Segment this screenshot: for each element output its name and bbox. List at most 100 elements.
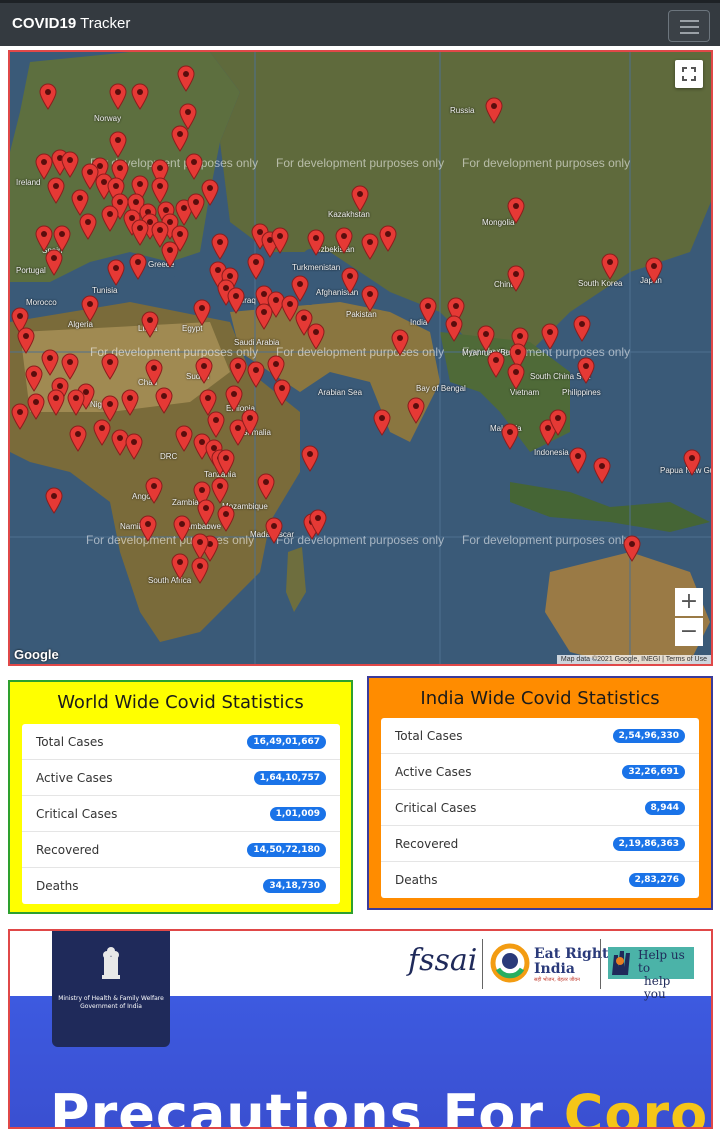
map-pin-icon[interactable] [80, 294, 100, 322]
map-pin-icon[interactable] [576, 356, 596, 384]
map-pin-icon[interactable] [26, 392, 46, 420]
map-pin-icon[interactable] [246, 252, 266, 280]
map-pin-icon[interactable] [340, 266, 360, 294]
map-pin-icon[interactable] [66, 388, 86, 416]
map-pin-icon[interactable] [60, 150, 80, 178]
map-pin-icon[interactable] [306, 322, 326, 350]
map-pin-icon[interactable] [600, 252, 620, 280]
map-pin-icon[interactable] [108, 82, 128, 110]
map-pin-icon[interactable] [308, 508, 328, 536]
map-pin-icon[interactable] [124, 432, 144, 460]
map-pin-icon[interactable] [138, 514, 158, 542]
map-pin-icon[interactable] [290, 274, 310, 302]
map-pin-icon[interactable] [418, 296, 438, 324]
map-pin-icon[interactable] [272, 378, 292, 406]
zoom-in-button[interactable]: + [675, 588, 703, 616]
map-pin-icon[interactable] [154, 386, 174, 414]
map-pin-icon[interactable] [476, 324, 496, 352]
map-pin-icon[interactable] [644, 256, 664, 284]
map-pin-icon[interactable] [120, 388, 140, 416]
map-pin-icon[interactable] [92, 418, 112, 446]
map-pin-icon[interactable] [194, 356, 214, 384]
map-pin-icon[interactable] [372, 408, 392, 436]
map-pin-icon[interactable] [486, 350, 506, 378]
map-pin-icon[interactable] [44, 248, 64, 276]
zoom-out-button[interactable]: − [675, 618, 703, 646]
map-pin-icon[interactable] [216, 504, 236, 532]
map-pin-icon[interactable] [506, 196, 526, 224]
map-pin-icon[interactable] [390, 328, 410, 356]
stat-row-total-cases: Total Cases 2,54,96,330 [381, 718, 699, 754]
map-pin-icon[interactable] [100, 352, 120, 380]
map-pin-icon[interactable] [16, 326, 36, 354]
map-pin-icon[interactable] [130, 82, 150, 110]
map-pin-icon[interactable] [128, 252, 148, 280]
map-pin-icon[interactable] [572, 314, 592, 342]
map-pin-icon[interactable] [254, 302, 274, 330]
map-pin-icon[interactable] [216, 448, 236, 476]
map-pin-icon[interactable] [444, 314, 464, 342]
map-pin-icon[interactable] [210, 232, 230, 260]
map-pin-icon[interactable] [44, 486, 64, 514]
map-pin-icon[interactable] [196, 498, 216, 526]
map-pin-icon[interactable] [108, 130, 128, 158]
map-pin-icon[interactable] [172, 514, 192, 542]
map-pin-icon[interactable] [300, 444, 320, 472]
map-pin-icon[interactable] [256, 472, 276, 500]
stat-label: Active Cases [36, 771, 113, 785]
headline-part1: Precautions For [50, 1083, 544, 1129]
map-pin-icon[interactable] [174, 424, 194, 452]
map-pin-icon[interactable] [100, 204, 120, 232]
map-pin-icon[interactable] [548, 408, 568, 436]
fullscreen-button[interactable] [675, 60, 703, 88]
map-pin-icon[interactable] [506, 264, 526, 292]
map-pin-icon[interactable] [160, 240, 180, 268]
map-pin-icon[interactable] [170, 552, 190, 580]
map-pin-icon[interactable] [406, 396, 426, 424]
map-pin-icon[interactable] [334, 226, 354, 254]
map-pin-icon[interactable] [500, 422, 520, 450]
map-pin-icon[interactable] [360, 284, 380, 312]
map-pin-icon[interactable] [130, 218, 150, 246]
divider [600, 939, 601, 989]
map-pin-icon[interactable] [106, 258, 126, 286]
map-pin-icon[interactable] [68, 424, 88, 452]
map-pin-icon[interactable] [270, 226, 290, 254]
map-pin-icon[interactable] [170, 124, 190, 152]
map-pin-icon[interactable] [190, 556, 210, 584]
map-pin-icon[interactable] [228, 356, 248, 384]
map-pin-icon[interactable] [592, 456, 612, 484]
map-pin-icon[interactable] [484, 96, 504, 124]
map-pin-icon[interactable] [360, 232, 380, 260]
world-map[interactable]: For development purposes only For develo… [8, 50, 713, 666]
map-pin-icon[interactable] [226, 286, 246, 314]
map-pin-icon[interactable] [24, 364, 44, 392]
map-pin-icon[interactable] [184, 152, 204, 180]
map-pin-icon[interactable] [568, 446, 588, 474]
precautions-banner[interactable]: Ministry of Health & Family Welfare Gove… [8, 929, 713, 1129]
map-pin-icon[interactable] [144, 476, 164, 504]
menu-toggle-button[interactable] [668, 10, 710, 42]
eat-right-india-text: India [534, 961, 575, 977]
map-pin-icon[interactable] [46, 176, 66, 204]
map-pin-icon[interactable] [192, 298, 212, 326]
map-pin-icon[interactable] [540, 322, 560, 350]
map-pin-icon[interactable] [176, 64, 196, 92]
map-pin-icon[interactable] [38, 82, 58, 110]
brand[interactable]: COVID19 Tracker [12, 15, 130, 32]
map-pin-icon[interactable] [264, 516, 284, 544]
map-pin-icon[interactable] [46, 388, 66, 416]
map-pin-icon[interactable] [350, 184, 370, 212]
map-pin-icon[interactable] [140, 310, 160, 338]
map-pin-icon[interactable] [378, 224, 398, 252]
map-pin-icon[interactable] [78, 212, 98, 240]
map-pin-icon[interactable] [246, 360, 266, 388]
map-pin-icon[interactable] [622, 534, 642, 562]
map-pin-icon[interactable] [240, 408, 260, 436]
map-attribution[interactable]: Map data ©2021 Google, INEGI | Terms of … [556, 655, 711, 664]
map-pin-icon[interactable] [186, 192, 206, 220]
map-pin-icon[interactable] [506, 362, 526, 390]
map-pin-icon[interactable] [144, 358, 164, 386]
map-pin-icon[interactable] [306, 228, 326, 256]
map-pin-icon[interactable] [682, 448, 702, 476]
